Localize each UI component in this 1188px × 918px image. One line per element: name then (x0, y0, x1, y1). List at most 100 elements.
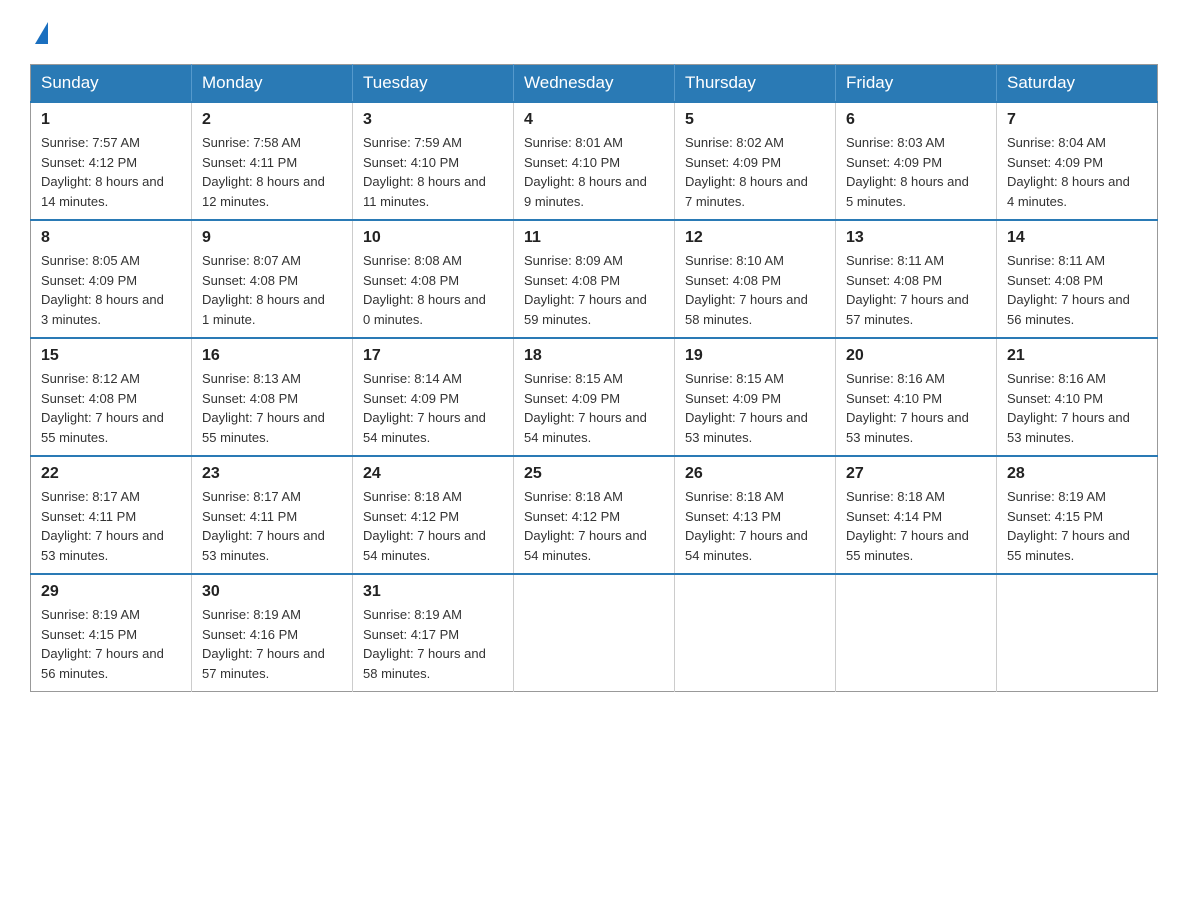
day-number: 15 (41, 347, 181, 365)
day-cell: 29 Sunrise: 8:19 AMSunset: 4:15 PMDayligh… (31, 574, 192, 692)
day-cell: 24Sunrise: 8:18 AMSunset: 4:12 PMDayligh… (353, 456, 514, 574)
day-cell: 3 Sunrise: 7:59 AMSunset: 4:10 PMDaylight… (353, 102, 514, 220)
day-cell: 16 Sunrise: 8:13 AMSunset: 4:08 PMDayligh… (192, 338, 353, 456)
day-info: Sunrise: 8:16 AMSunset: 4:10 PMDaylight:… (1007, 369, 1147, 447)
day-number: 6 (846, 111, 986, 129)
week-row-5: 29 Sunrise: 8:19 AMSunset: 4:15 PMDayligh… (31, 574, 1158, 692)
day-info: Sunrise: 7:58 AMSunset: 4:11 PMDaylight:… (202, 133, 342, 211)
day-info: Sunrise: 8:16 AMSunset: 4:10 PMDaylight:… (846, 369, 986, 447)
day-number: 13 (846, 229, 986, 247)
day-info: Sunrise: 8:05 AMSunset: 4:09 PMDaylight:… (41, 251, 181, 329)
logo (30, 20, 48, 44)
day-info: Sunrise: 8:13 AMSunset: 4:08 PMDaylight:… (202, 369, 342, 447)
day-cell: 31 Sunrise: 8:19 AMSunset: 4:17 PMDayligh… (353, 574, 514, 692)
day-info: Sunrise: 8:03 AMSunset: 4:09 PMDaylight:… (846, 133, 986, 211)
calendar-header: SundayMondayTuesdayWednesdayThursdayFrid… (31, 65, 1158, 103)
day-cell: 25 Sunrise: 8:18 AMSunset: 4:12 PMDayligh… (514, 456, 675, 574)
week-row-1: 1Sunrise: 7:57 AMSunset: 4:12 PMDaylight… (31, 102, 1158, 220)
day-number: 2 (202, 111, 342, 129)
day-number: 5 (685, 111, 825, 129)
day-number: 17 (363, 347, 503, 365)
page-header (30, 20, 1158, 44)
day-info: Sunrise: 8:07 AMSunset: 4:08 PMDaylight:… (202, 251, 342, 329)
day-info: Sunrise: 8:10 AMSunset: 4:08 PMDaylight:… (685, 251, 825, 329)
day-info: Sunrise: 8:08 AMSunset: 4:08 PMDaylight:… (363, 251, 503, 329)
day-cell: 6 Sunrise: 8:03 AMSunset: 4:09 PMDaylight… (836, 102, 997, 220)
header-saturday: Saturday (997, 65, 1158, 103)
day-info: Sunrise: 8:15 AMSunset: 4:09 PMDaylight:… (524, 369, 664, 447)
day-number: 28 (1007, 465, 1147, 483)
day-info: Sunrise: 8:11 AMSunset: 4:08 PMDaylight:… (846, 251, 986, 329)
day-number: 29 (41, 583, 181, 601)
day-info: Sunrise: 8:17 AMSunset: 4:11 PMDaylight:… (41, 487, 181, 565)
day-info: Sunrise: 8:19 AMSunset: 4:17 PMDaylight:… (363, 605, 503, 683)
day-cell: 2 Sunrise: 7:58 AMSunset: 4:11 PMDaylight… (192, 102, 353, 220)
day-number: 14 (1007, 229, 1147, 247)
day-cell: 17 Sunrise: 8:14 AMSunset: 4:09 PMDayligh… (353, 338, 514, 456)
day-info: Sunrise: 8:19 AMSunset: 4:16 PMDaylight:… (202, 605, 342, 683)
day-cell: 5 Sunrise: 8:02 AMSunset: 4:09 PMDaylight… (675, 102, 836, 220)
day-cell: 22 Sunrise: 8:17 AMSunset: 4:11 PMDayligh… (31, 456, 192, 574)
day-cell: 21 Sunrise: 8:16 AMSunset: 4:10 PMDayligh… (997, 338, 1158, 456)
day-number: 4 (524, 111, 664, 129)
day-number: 8 (41, 229, 181, 247)
day-info: Sunrise: 8:18 AMSunset: 4:12 PMDaylight:… (524, 487, 664, 565)
day-cell: 15 Sunrise: 8:12 AMSunset: 4:08 PMDayligh… (31, 338, 192, 456)
day-cell: 8 Sunrise: 8:05 AMSunset: 4:09 PMDaylight… (31, 220, 192, 338)
day-cell (997, 574, 1158, 692)
day-cell: 20Sunrise: 8:16 AMSunset: 4:10 PMDayligh… (836, 338, 997, 456)
header-tuesday: Tuesday (353, 65, 514, 103)
day-info: Sunrise: 8:18 AMSunset: 4:14 PMDaylight:… (846, 487, 986, 565)
day-number: 11 (524, 229, 664, 247)
day-number: 3 (363, 111, 503, 129)
day-number: 19 (685, 347, 825, 365)
day-number: 24 (363, 465, 503, 483)
day-info: Sunrise: 8:19 AMSunset: 4:15 PMDaylight:… (41, 605, 181, 683)
day-info: Sunrise: 7:59 AMSunset: 4:10 PMDaylight:… (363, 133, 503, 211)
day-cell: 19 Sunrise: 8:15 AMSunset: 4:09 PMDayligh… (675, 338, 836, 456)
day-number: 30 (202, 583, 342, 601)
day-cell: 28Sunrise: 8:19 AMSunset: 4:15 PMDayligh… (997, 456, 1158, 574)
header-sunday: Sunday (31, 65, 192, 103)
calendar-table: SundayMondayTuesdayWednesdayThursdayFrid… (30, 64, 1158, 692)
day-info: Sunrise: 8:12 AMSunset: 4:08 PMDaylight:… (41, 369, 181, 447)
day-number: 21 (1007, 347, 1147, 365)
day-info: Sunrise: 8:04 AMSunset: 4:09 PMDaylight:… (1007, 133, 1147, 211)
day-cell (514, 574, 675, 692)
header-friday: Friday (836, 65, 997, 103)
day-info: Sunrise: 8:14 AMSunset: 4:09 PMDaylight:… (363, 369, 503, 447)
day-info: Sunrise: 8:15 AMSunset: 4:09 PMDaylight:… (685, 369, 825, 447)
day-number: 25 (524, 465, 664, 483)
day-cell: 30 Sunrise: 8:19 AMSunset: 4:16 PMDayligh… (192, 574, 353, 692)
day-info: Sunrise: 8:01 AMSunset: 4:10 PMDaylight:… (524, 133, 664, 211)
day-cell: 26Sunrise: 8:18 AMSunset: 4:13 PMDayligh… (675, 456, 836, 574)
header-monday: Monday (192, 65, 353, 103)
day-number: 10 (363, 229, 503, 247)
week-row-2: 8 Sunrise: 8:05 AMSunset: 4:09 PMDaylight… (31, 220, 1158, 338)
day-number: 9 (202, 229, 342, 247)
day-cell: 1Sunrise: 7:57 AMSunset: 4:12 PMDaylight… (31, 102, 192, 220)
day-cell: 14Sunrise: 8:11 AMSunset: 4:08 PMDayligh… (997, 220, 1158, 338)
day-cell (675, 574, 836, 692)
day-cell: 4 Sunrise: 8:01 AMSunset: 4:10 PMDaylight… (514, 102, 675, 220)
day-cell: 9 Sunrise: 8:07 AMSunset: 4:08 PMDaylight… (192, 220, 353, 338)
day-info: Sunrise: 8:18 AMSunset: 4:13 PMDaylight:… (685, 487, 825, 565)
day-number: 31 (363, 583, 503, 601)
header-wednesday: Wednesday (514, 65, 675, 103)
day-number: 12 (685, 229, 825, 247)
header-row: SundayMondayTuesdayWednesdayThursdayFrid… (31, 65, 1158, 103)
day-cell: 18Sunrise: 8:15 AMSunset: 4:09 PMDayligh… (514, 338, 675, 456)
day-cell: 27Sunrise: 8:18 AMSunset: 4:14 PMDayligh… (836, 456, 997, 574)
day-cell: 23Sunrise: 8:17 AMSunset: 4:11 PMDayligh… (192, 456, 353, 574)
day-info: Sunrise: 8:09 AMSunset: 4:08 PMDaylight:… (524, 251, 664, 329)
day-number: 22 (41, 465, 181, 483)
week-row-3: 15 Sunrise: 8:12 AMSunset: 4:08 PMDayligh… (31, 338, 1158, 456)
day-info: Sunrise: 8:02 AMSunset: 4:09 PMDaylight:… (685, 133, 825, 211)
day-cell: 12 Sunrise: 8:10 AMSunset: 4:08 PMDayligh… (675, 220, 836, 338)
day-cell (836, 574, 997, 692)
day-number: 16 (202, 347, 342, 365)
week-row-4: 22 Sunrise: 8:17 AMSunset: 4:11 PMDayligh… (31, 456, 1158, 574)
day-info: Sunrise: 7:57 AMSunset: 4:12 PMDaylight:… (41, 133, 181, 211)
day-cell: 7Sunrise: 8:04 AMSunset: 4:09 PMDaylight… (997, 102, 1158, 220)
day-number: 23 (202, 465, 342, 483)
